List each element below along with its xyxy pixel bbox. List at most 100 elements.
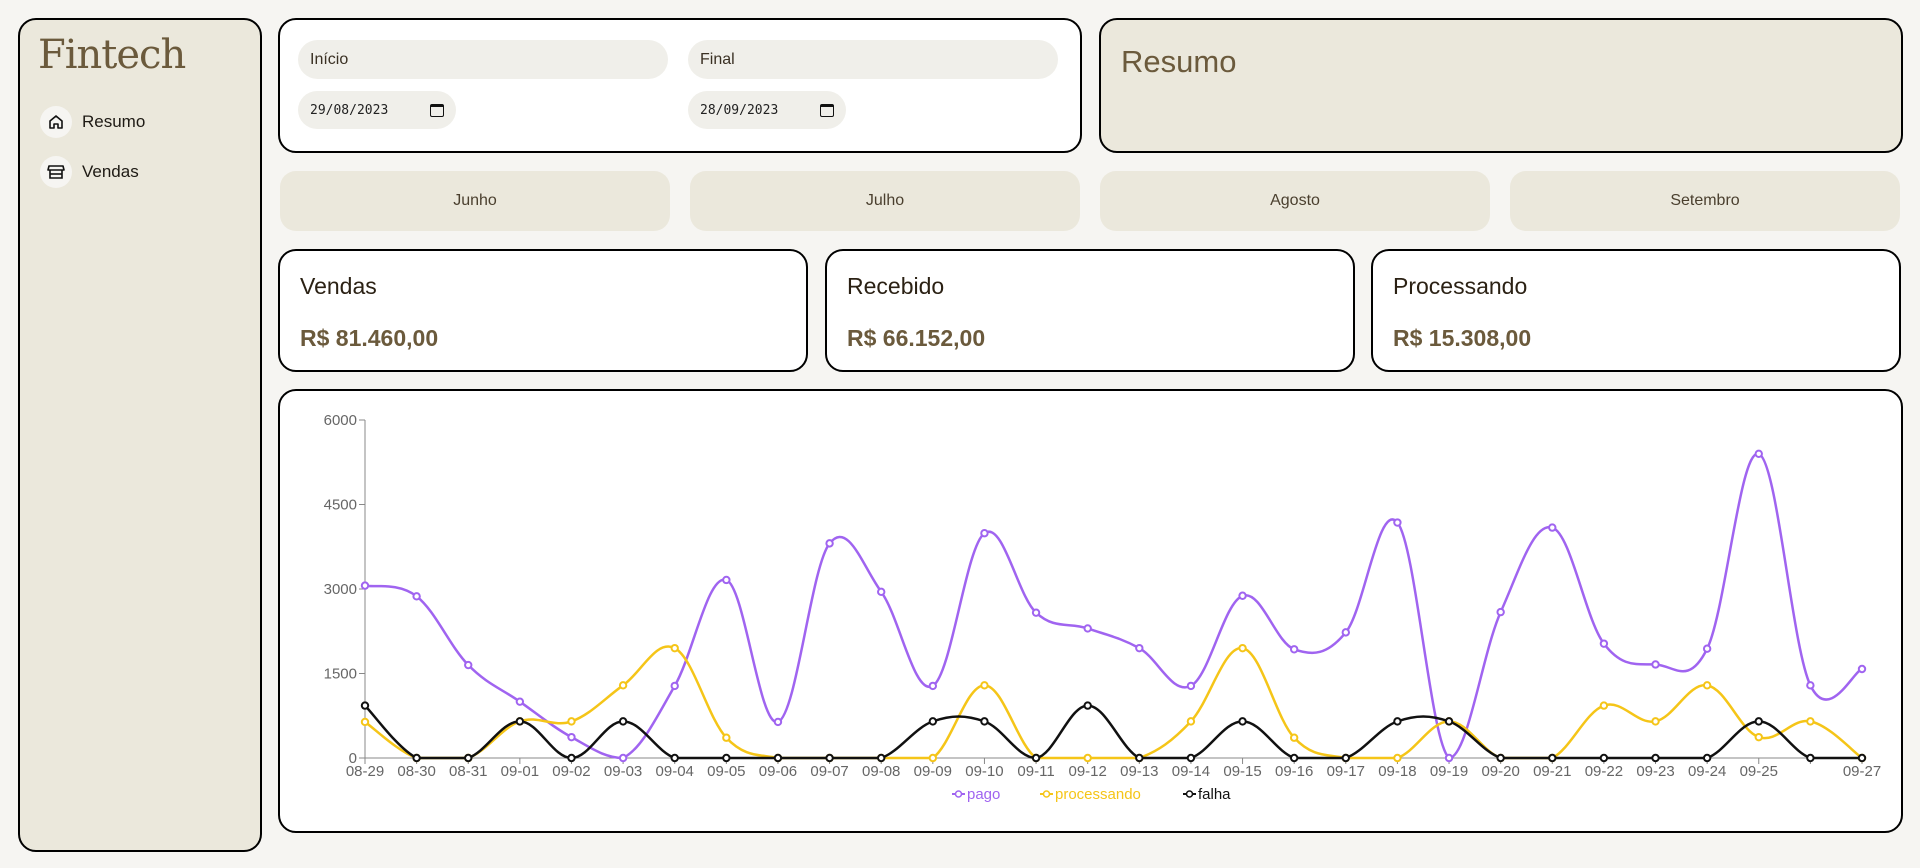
- data-point-falha: [1444, 717, 1454, 726]
- month-button-agosto[interactable]: Agosto: [1100, 171, 1490, 231]
- data-point-falha: [515, 717, 525, 726]
- data-point-falha: [722, 753, 731, 763]
- stat-value: R$ 66.152,00: [847, 325, 986, 351]
- data-point-pago: [1444, 753, 1454, 763]
- data-point-processando: [618, 681, 628, 690]
- data-point-pago: [618, 753, 628, 763]
- data-point-pago: [1031, 608, 1041, 617]
- data-point-falha: [980, 717, 989, 726]
- data-point-falha: [567, 753, 576, 763]
- app-logo[interactable]: Fintech: [38, 32, 186, 78]
- data-point-falha: [1238, 717, 1247, 726]
- x-tick-label: 09-10: [965, 763, 1003, 780]
- x-tick-label: 09-17: [1327, 763, 1365, 780]
- sidebar-item-label: Vendas: [82, 162, 139, 181]
- x-tick-label: 08-29: [346, 763, 384, 780]
- data-point-pago: [670, 681, 679, 691]
- stat-title: Recebido: [847, 273, 945, 299]
- legend-marker-point: [954, 790, 963, 798]
- series-falha: [360, 701, 1867, 763]
- legend-label-processando: processando: [1055, 786, 1141, 803]
- sidebar-item-label: Resumo: [82, 112, 146, 131]
- sales-line-chart: 0150030004500600008-29 08-30 08-31 09-01 09-…: [324, 412, 1882, 803]
- x-tick-label: 09-19: [1430, 763, 1468, 780]
- end-date-input[interactable]: 28/09/2023: [688, 91, 846, 129]
- data-point-pago: [877, 587, 886, 597]
- x-tick-label: 09-09: [914, 763, 952, 780]
- data-point-falha: [1599, 753, 1609, 763]
- x-tick-label: 09-21: [1533, 763, 1571, 780]
- data-point-falha: [1496, 753, 1505, 763]
- data-point-processando: [980, 681, 989, 690]
- data-point-falha: [1289, 753, 1299, 763]
- data-point-falha: [773, 753, 783, 763]
- x-tick-label: 09-07: [810, 763, 848, 780]
- start-date-value: 29/08/2023: [310, 102, 389, 118]
- sidebar: Fintech Resumo Vendas: [18, 18, 262, 852]
- series-line-falha: [364, 704, 1862, 760]
- sidebar-item-resumo[interactable]: Resumo: [40, 106, 145, 138]
- date-filter-panel: Início 29/08/2023 Final 28/09/2023: [278, 18, 1082, 153]
- data-point-falha: [412, 753, 421, 763]
- data-point-pago: [773, 717, 783, 727]
- month-button-julho[interactable]: Julho: [690, 171, 1080, 231]
- end-date-label: Final: [688, 40, 1058, 79]
- data-point-pago: [1238, 591, 1247, 600]
- data-point-pago: [1135, 643, 1144, 653]
- y-tick-label: 4500: [324, 497, 357, 514]
- data-point-falha: [1083, 701, 1092, 710]
- data-point-pago: [928, 681, 938, 691]
- data-point-pago: [412, 592, 421, 601]
- sidebar-item-vendas[interactable]: Vendas: [40, 156, 139, 188]
- data-point-processando: [1186, 717, 1196, 726]
- y-tick-label: 6000: [324, 412, 357, 429]
- data-point-pago: [825, 539, 834, 548]
- x-tick-label: 09-27: [1843, 763, 1881, 780]
- data-point-pago: [1754, 449, 1763, 458]
- data-point-processando: [1754, 732, 1763, 742]
- legend-marker-point: [1185, 790, 1194, 798]
- data-point-falha: [1754, 717, 1763, 726]
- data-point-processando: [1289, 733, 1299, 742]
- x-tick-label: 09-03: [604, 763, 642, 780]
- x-tick-label: 08-31: [449, 763, 487, 780]
- x-tick-label: 09-14: [1172, 763, 1210, 780]
- calendar-icon[interactable]: [820, 103, 834, 117]
- sales-chart-card: 0 1500 3000 4500 6000 08-29 08-30 08-31 09-01 09-…: [278, 389, 1903, 833]
- data-point-falha: [1548, 753, 1557, 763]
- data-point-pago: [1548, 523, 1557, 532]
- month-button-junho[interactable]: Junho: [280, 171, 670, 231]
- x-tick-label: 09-02: [552, 763, 590, 780]
- start-date-input[interactable]: 29/08/2023: [298, 91, 456, 129]
- data-point-processando: [1599, 701, 1609, 710]
- data-point-falha: [360, 701, 370, 710]
- x-tick-label: 09-24: [1688, 763, 1726, 780]
- data-point-falha: [618, 717, 628, 726]
- data-point-processando: [722, 733, 731, 742]
- start-date-group: Início 29/08/2023: [298, 40, 668, 129]
- y-tick-label: 1500: [324, 666, 357, 683]
- data-point-falha: [1702, 753, 1712, 763]
- data-point-falha: [928, 717, 938, 726]
- stat-card-recebido: Recebido R$ 66.152,00: [825, 249, 1355, 372]
- x-tick-label: 09-15: [1223, 763, 1261, 780]
- data-point-processando: [1083, 753, 1092, 763]
- calendar-icon[interactable]: [430, 103, 444, 117]
- x-tick-label: 09-08: [862, 763, 900, 780]
- data-point-pago: [567, 732, 576, 742]
- data-point-falha: [825, 753, 834, 763]
- data-point-falha: [1341, 753, 1350, 763]
- data-point-pago: [722, 575, 731, 585]
- data-point-processando: [1702, 681, 1712, 690]
- x-tick-label: 08-30: [397, 763, 435, 780]
- page-title: Resumo: [1121, 44, 1237, 79]
- end-date-group: Final 28/09/2023: [688, 40, 1058, 129]
- data-point-falha: [1031, 753, 1041, 763]
- data-point-pago: [1341, 628, 1350, 637]
- data-point-falha: [1393, 717, 1402, 726]
- x-tick-label: 09-11: [1017, 763, 1054, 780]
- data-point-falha: [1186, 753, 1196, 763]
- x-tick-label: 09-16: [1275, 763, 1313, 780]
- month-button-setembro[interactable]: Setembro: [1510, 171, 1900, 231]
- legend-label-falha: falha: [1198, 786, 1231, 803]
